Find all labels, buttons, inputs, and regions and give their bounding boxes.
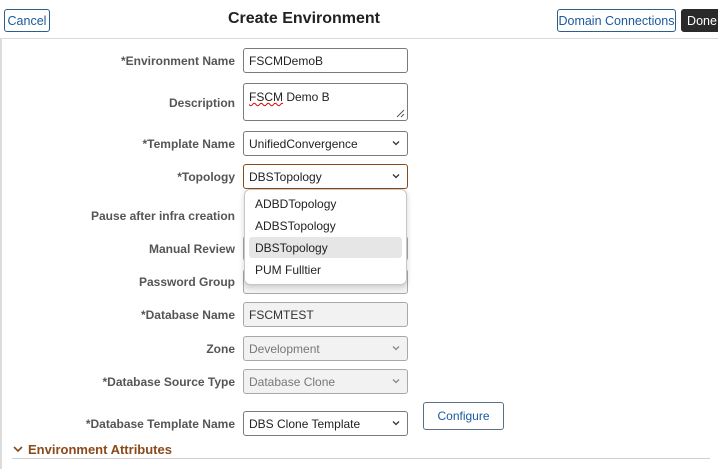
chevron-down-icon xyxy=(392,421,400,426)
done-button[interactable]: Done xyxy=(681,9,718,32)
zone-label: Zone xyxy=(206,342,235,356)
chevron-down-icon xyxy=(392,379,400,384)
environment-attributes-section-header[interactable]: Environment Attributes xyxy=(12,440,172,458)
template-name-select[interactable]: UnifiedConvergence xyxy=(243,131,408,156)
chevron-down-icon xyxy=(392,174,400,179)
topology-value: DBSTopology xyxy=(249,169,322,184)
pause-after-infra-label: Pause after infra creation xyxy=(90,209,235,223)
dropdown-option[interactable]: ADBDTopology xyxy=(249,193,402,214)
dropdown-option[interactable]: ADBSTopology xyxy=(249,215,402,236)
page-title: Create Environment xyxy=(227,10,381,27)
zone-value: Development xyxy=(249,341,320,356)
configure-button[interactable]: Configure xyxy=(423,402,504,430)
manual-review-label: Manual Review xyxy=(148,242,235,256)
dropdown-option-selected[interactable]: DBSTopology xyxy=(249,237,402,258)
description-textarea[interactable]: FSCM Demo B xyxy=(243,83,408,121)
chevron-down-icon xyxy=(392,346,400,351)
description-label: Description xyxy=(168,96,235,110)
database-source-type-value: Database Clone xyxy=(249,374,336,389)
topology-select[interactable]: DBSTopology xyxy=(243,164,408,189)
section-title: Environment Attributes xyxy=(28,441,172,457)
section-divider xyxy=(12,458,710,459)
template-name-label: *Template Name xyxy=(142,137,235,151)
resize-grip-icon[interactable] xyxy=(395,108,405,118)
description-value-misspelled: FSCM xyxy=(249,90,283,104)
topology-dropdown-menu: ADBDTopology ADBSTopology DBSTopology PU… xyxy=(244,189,407,285)
description-value: Demo B xyxy=(283,90,330,104)
topology-label: *Topology xyxy=(177,170,235,184)
database-template-name-select[interactable]: DBS Clone Template xyxy=(243,411,408,436)
database-template-name-value: DBS Clone Template xyxy=(249,416,361,431)
page-header: Cancel Create Environment Domain Connect… xyxy=(0,0,718,39)
dropdown-option[interactable]: PUM Fulltier xyxy=(249,259,402,280)
left-border xyxy=(0,38,2,469)
database-source-type-select[interactable]: Database Clone xyxy=(243,369,408,394)
database-name-label: *Database Name xyxy=(140,308,235,322)
chevron-down-icon xyxy=(13,446,23,453)
chevron-down-icon xyxy=(392,141,400,146)
environment-name-field[interactable]: FSCMDemoB xyxy=(243,48,408,73)
domain-connections-button[interactable]: Domain Connections xyxy=(557,9,676,32)
password-group-label: Password Group xyxy=(138,275,235,289)
database-template-name-label: *Database Template Name xyxy=(85,417,235,431)
environment-name-value: FSCMDemoB xyxy=(249,53,324,68)
template-name-value: UnifiedConvergence xyxy=(249,136,358,151)
environment-name-label: *Environment Name xyxy=(120,54,235,68)
database-name-field[interactable]: FSCMTEST xyxy=(243,302,408,327)
database-source-type-label: *Database Source Type xyxy=(102,375,236,389)
zone-select[interactable]: Development xyxy=(243,336,408,361)
database-name-value: FSCMTEST xyxy=(249,307,314,322)
